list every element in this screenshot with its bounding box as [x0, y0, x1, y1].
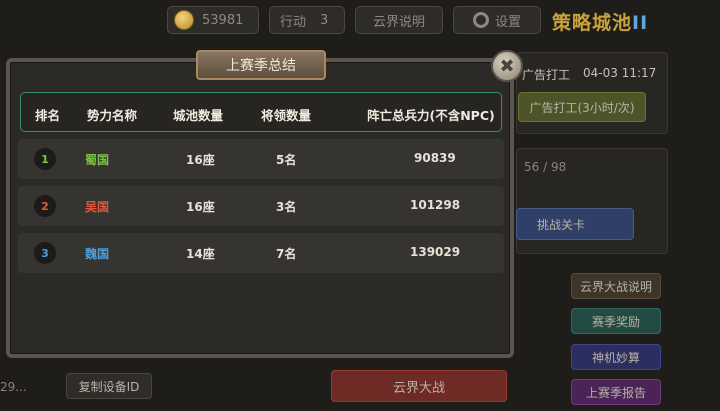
season-reward-label: 赛季奖励: [591, 314, 640, 329]
header-rank: 排名: [35, 108, 61, 123]
faction-name: 吴国: [85, 200, 110, 214]
table-row: 2 吴国 16座 3名 101298: [18, 186, 504, 226]
copy-device-id-button[interactable]: 复制设备ID: [66, 373, 152, 399]
settings-button[interactable]: 设置: [453, 6, 541, 34]
cloud-war-label: 云界大战: [392, 380, 445, 396]
table-row: 3 魏国 14座 7名 139029: [18, 233, 504, 273]
strategy-label: 神机妙算: [591, 350, 640, 365]
cloud-war-info-label: 云界大战说明: [579, 279, 652, 294]
challenge-button[interactable]: 挑战关卡: [516, 208, 634, 240]
header-casualties: 阵亡总兵力(不含NPC): [367, 108, 495, 123]
table-row: 1 蜀国 16座 5名 90839: [18, 139, 504, 179]
ad-work-button[interactable]: 广告打工(3小时/次): [518, 92, 646, 122]
city-count: 16座: [186, 153, 215, 167]
action-value: 3: [320, 12, 329, 28]
season-reward-button[interactable]: 赛季奖励: [571, 308, 661, 334]
last-season-report-label: 上赛季报告: [585, 385, 646, 400]
close-icon: ✖: [499, 55, 515, 77]
cloud-war-info-button[interactable]: 云界大战说明: [571, 273, 661, 299]
city-count: 14座: [186, 247, 215, 261]
last-season-report-button[interactable]: 上赛季报告: [571, 379, 661, 405]
faction-name: 魏国: [85, 247, 110, 261]
table-header: 排名 势力名称 城池数量 将领数量 阵亡总兵力(不含NPC): [20, 92, 502, 132]
city-count: 16座: [186, 200, 215, 214]
ad-work-time: 04-03 11:17: [583, 66, 657, 80]
rank-badge: 2: [34, 195, 56, 217]
general-count: 3名: [276, 200, 297, 214]
gold-coin-icon: [174, 10, 194, 30]
logo-main: 策略城池: [552, 12, 633, 34]
ad-work-label: 广告打工: [522, 68, 571, 82]
header-faction: 势力名称: [87, 108, 138, 123]
strategy-button[interactable]: 神机妙算: [571, 344, 661, 370]
rank-badge: 3: [34, 242, 56, 264]
action-counter: 行动 3: [269, 6, 345, 34]
modal-title: 上赛季总结: [196, 50, 326, 80]
device-id-text: 29...: [0, 380, 27, 394]
general-count: 5名: [276, 153, 297, 167]
gold-value: 53981: [202, 12, 244, 28]
gold-counter: 53981: [167, 6, 259, 34]
gear-icon: [472, 12, 489, 28]
casualties: 90839: [414, 151, 456, 165]
general-count: 7名: [276, 247, 297, 261]
close-button[interactable]: ✖: [491, 50, 523, 82]
modal-title-text: 上赛季总结: [226, 58, 296, 74]
copy-device-id-label: 复制设备ID: [78, 379, 140, 394]
header-cities: 城池数量: [173, 108, 224, 123]
casualties: 139029: [410, 245, 461, 259]
settings-label: 设置: [494, 14, 521, 30]
cloud-info-button[interactable]: 云界说明: [355, 6, 443, 34]
ad-work-button-label: 广告打工(3小时/次): [529, 100, 635, 115]
game-logo: 策略城池II: [552, 8, 648, 35]
rank-badge: 1: [34, 148, 56, 170]
logo-suffix: II: [632, 12, 649, 34]
progress-text: 56 / 98: [524, 160, 567, 174]
challenge-button-label: 挑战关卡: [536, 217, 585, 232]
cloud-info-label: 云界说明: [372, 14, 425, 30]
action-label: 行动: [280, 14, 307, 30]
casualties: 101298: [410, 198, 461, 212]
header-generals: 将领数量: [261, 108, 312, 123]
faction-name: 蜀国: [85, 153, 110, 167]
cloud-war-button[interactable]: 云界大战: [331, 370, 507, 402]
